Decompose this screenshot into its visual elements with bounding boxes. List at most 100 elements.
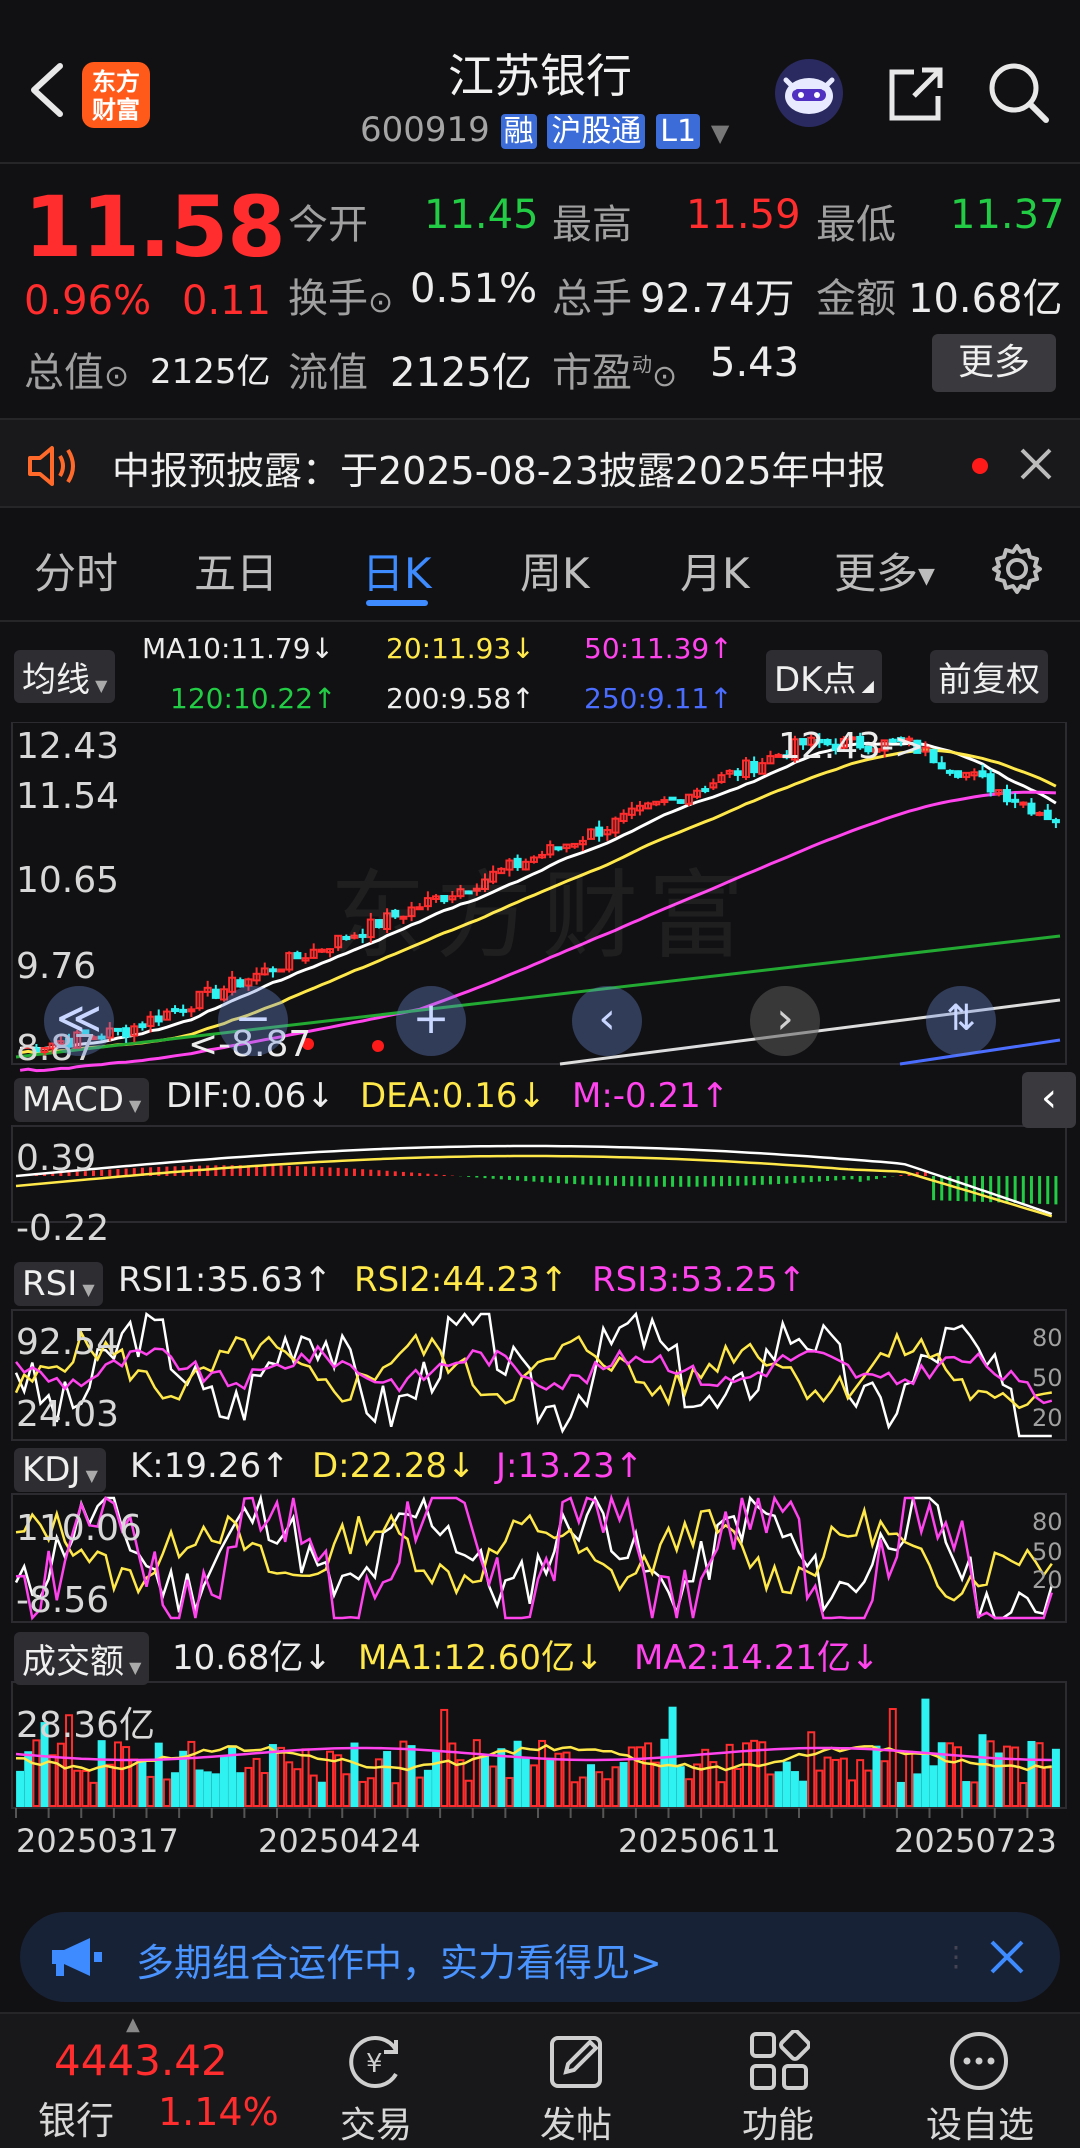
zoom-out-icon[interactable]: ≪ [44, 986, 114, 1056]
rsi-level-20: 20 [1032, 1404, 1063, 1432]
kdj-j-line [15, 1493, 1053, 1621]
amount-bar [603, 1778, 612, 1807]
amount-bar [758, 1741, 767, 1807]
ma-selector[interactable]: 均线 ▼ [14, 650, 116, 703]
macd-selector[interactable]: MACD ▼ [14, 1078, 150, 1122]
nav-post[interactable]: 发帖 [516, 2096, 636, 2148]
amount-bar [171, 1772, 180, 1807]
grid-icon[interactable] [748, 2029, 811, 2092]
price-adjust-button[interactable]: 前复权 [930, 650, 1048, 703]
plus-icon[interactable]: + [396, 986, 466, 1056]
arrow-right-icon[interactable]: › [750, 986, 820, 1056]
amount-bar [73, 1769, 82, 1808]
gear-icon[interactable] [990, 542, 1044, 596]
amount-bar [815, 1769, 824, 1808]
high-label: 最高 [552, 202, 632, 248]
collapse-left-icon[interactable]: ‹ [1022, 1072, 1076, 1128]
info-icon[interactable]: ⊙ [368, 285, 393, 320]
amount-bar [652, 1761, 661, 1808]
amount-bar [293, 1768, 302, 1807]
candle-body [978, 770, 987, 778]
more-circle-icon[interactable] [948, 2030, 1010, 2092]
tab-weekly-k[interactable]: 周K [520, 540, 590, 601]
candle-body [122, 1027, 131, 1038]
kline-axis-2: 11.54 [16, 776, 120, 817]
more-button[interactable]: 更多 [932, 334, 1056, 392]
tab-five-day[interactable]: 五日 [194, 540, 278, 601]
minus-icon[interactable]: − [218, 986, 288, 1056]
candle-body [277, 968, 286, 973]
index-value[interactable]: 4443.42 [54, 2036, 228, 2085]
macd-dea-line [15, 1154, 1053, 1218]
amount-bar [896, 1781, 905, 1808]
amount-bar [480, 1756, 489, 1807]
amount-bar [1027, 1740, 1036, 1808]
rsi-selector[interactable]: RSI ▼ [14, 1262, 103, 1306]
arrow-left-icon[interactable]: ‹ [572, 986, 642, 1056]
candle-body [660, 799, 669, 804]
nav-watchlist[interactable]: 设自选 [910, 2096, 1050, 2148]
candle-body [1027, 802, 1036, 815]
candle-body [701, 788, 710, 793]
candle-body [595, 826, 604, 837]
float-value: 2125亿 [390, 350, 532, 396]
ma250-label: 250:9.11↑ [584, 682, 733, 715]
tab-daily-k[interactable]: 日K [362, 540, 432, 601]
date-label-3: 20250611 [618, 1822, 781, 1860]
amount-bar [236, 1772, 245, 1808]
amount-bar [587, 1764, 596, 1807]
caret-down-icon: ▼ [123, 1096, 142, 1115]
amount-bar [554, 1752, 563, 1808]
kdj-level-20: 20 [1032, 1566, 1063, 1594]
kline-axis-4: 9.76 [16, 946, 97, 987]
notice-bar[interactable]: 中报预披露：于2025-08-23披露2025年中报 [0, 418, 1080, 508]
amount-bar [154, 1742, 163, 1808]
share-icon[interactable] [884, 62, 948, 126]
switch-icon[interactable]: ⇅ [926, 986, 996, 1056]
tab-monthly-k[interactable]: 月K [680, 540, 750, 601]
candle-body [293, 952, 302, 960]
amount-bar [733, 1767, 742, 1807]
index-name[interactable]: 银行 [38, 2090, 114, 2145]
amount-bar [660, 1738, 669, 1807]
info-icon[interactable]: ⊙ [104, 359, 129, 394]
close-icon[interactable] [1018, 446, 1054, 482]
low-label: 最低 [816, 202, 896, 248]
index-change[interactable]: 1.14% [158, 2090, 279, 2134]
amount-bar [505, 1777, 514, 1808]
tab-intraday[interactable]: 分时 [34, 540, 118, 601]
kdj-j: J:13.23↑ [496, 1446, 644, 1486]
info-icon[interactable]: ⊙ [652, 359, 677, 394]
amount-bar [342, 1773, 351, 1808]
dk-point-button[interactable]: DK点 ◢ [766, 650, 882, 703]
kdj-k: K:19.26↑ [130, 1446, 290, 1486]
search-icon[interactable] [986, 60, 1052, 126]
index-caret-icon: ▲ [126, 2014, 140, 2035]
candle-body [1011, 798, 1020, 803]
mktcap-value: 2125亿 [150, 352, 271, 392]
trade-icon[interactable]: ¥ [344, 2030, 408, 2094]
signal-dot [372, 1040, 384, 1052]
tab-more[interactable]: 更多▼ [834, 540, 935, 601]
rsi-axis-bottom: 24.03 [16, 1394, 120, 1435]
rsi-level-80: 80 [1032, 1324, 1063, 1352]
chevron-down-icon[interactable]: ▼ [711, 119, 729, 147]
amount-bar [693, 1763, 702, 1807]
close-icon[interactable] [988, 1938, 1026, 1976]
ad-banner[interactable]: 多期组合运作中，实力看得见> ⋮ [20, 1912, 1060, 2002]
amount-bar [81, 1769, 90, 1808]
float-label: 流值 [288, 350, 368, 396]
edit-icon[interactable] [546, 2030, 608, 2092]
amount-bar [260, 1772, 269, 1807]
amount-bar [978, 1734, 987, 1808]
amount-bar [701, 1748, 710, 1808]
amount-bar [211, 1773, 220, 1807]
amount-bar [423, 1769, 432, 1807]
robot-avatar-icon[interactable] [772, 56, 846, 130]
amount-selector[interactable]: 成交额 ▼ [14, 1632, 150, 1685]
amount-bar [807, 1731, 816, 1808]
nav-trade[interactable]: 交易 [316, 2096, 436, 2148]
nav-function[interactable]: 功能 [718, 2096, 838, 2148]
kdj-selector[interactable]: KDJ ▼ [14, 1448, 106, 1492]
open-value: 11.45 [424, 192, 539, 238]
